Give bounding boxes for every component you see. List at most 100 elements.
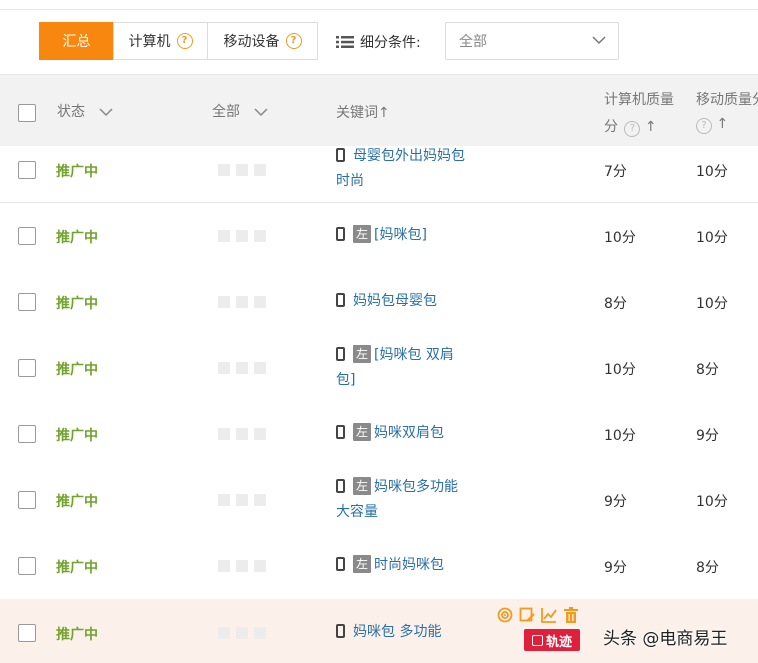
chevron-down-icon [254, 108, 268, 117]
tab-mobile[interactable]: 移动设备 ? [207, 22, 318, 60]
tab-computer-label: 计算机 [128, 34, 171, 50]
keyword-link[interactable]: 母婴包外出妈妈包 时尚 [336, 144, 476, 194]
help-icon[interactable]: ? [696, 118, 712, 134]
header-mobile-quality-line1: 移动质量分 [696, 92, 758, 108]
status-label: 推广中 [56, 164, 98, 180]
row-checkbox[interactable] [18, 161, 36, 179]
status-label: 推广中 [56, 494, 98, 510]
masked-data [218, 362, 266, 374]
phone-icon [336, 227, 345, 241]
status-label: 推广中 [56, 362, 98, 378]
masked-data [218, 164, 266, 176]
table-row[interactable]: 推广中 左妈咪包多功能大容量 9分 10分 [0, 467, 758, 534]
table-row[interactable]: 推广中 左妈咪双肩包 10分 9分 [0, 401, 758, 468]
status-label: 推广中 [56, 560, 98, 576]
table-row[interactable]: 推广中 左 [妈咪包 双肩包] 10分 8分 [0, 335, 758, 402]
keyword-link[interactable]: 妈咪包 多功能 [336, 620, 476, 645]
row-checkbox[interactable] [18, 359, 36, 377]
table-header: 状态 全部 关键词↑ 计算机质量 分 ? ↑ 移动质量分 ? ↑ [0, 74, 758, 147]
keyword-text: 时尚妈咪包 [374, 557, 445, 573]
filter-select[interactable]: 全部 [445, 22, 619, 60]
help-icon[interactable]: ? [176, 33, 193, 49]
help-icon[interactable]: ? [285, 33, 302, 49]
position-tag: 左 [353, 345, 372, 363]
phone-icon [336, 347, 345, 361]
mobile-quality-score: 9分 [696, 428, 719, 444]
pc-quality-score: 9分 [604, 560, 627, 576]
table-row[interactable]: 推广中 妈妈包母婴包 8分 10分 [0, 269, 758, 336]
phone-icon [336, 425, 345, 439]
trace-label: 轨迹 [545, 634, 572, 650]
sort-arrow-icon: ↑ [716, 116, 729, 132]
masked-data [218, 627, 266, 639]
header-all-label: 全部 [212, 104, 240, 120]
trash-icon[interactable] [563, 607, 579, 623]
chevron-down-icon [99, 108, 113, 117]
pc-quality-score: 7分 [604, 164, 627, 180]
status-label: 推广中 [56, 296, 98, 312]
keyword-link[interactable]: 左 [妈咪包 双肩包] [336, 343, 460, 393]
select-all-checkbox[interactable] [18, 104, 36, 122]
mobile-quality-score: 8分 [696, 362, 719, 378]
row-checkbox[interactable] [18, 425, 36, 443]
phone-icon [336, 148, 345, 162]
table-row[interactable]: 推广中 左时尚妈咪包 9分 8分 [0, 533, 758, 600]
keyword-text: 妈咪包 多功能 [353, 624, 442, 640]
row-actions [497, 607, 579, 623]
edit-icon[interactable] [519, 607, 535, 623]
pc-quality-score: 10分 [604, 428, 636, 444]
trace-icon [531, 634, 543, 646]
status-label: 推广中 [56, 627, 98, 643]
header-all[interactable]: 全部 [212, 101, 268, 121]
table-row[interactable]: 推广中 左 [妈咪包] 10分 10分 [0, 203, 758, 270]
status-label: 推广中 [56, 428, 98, 444]
toolbar: 汇总 计算机 ? 移动设备 ? 细分条件: 全部 [0, 10, 758, 74]
keyword-link[interactable]: 妈妈包母婴包 [336, 289, 476, 314]
row-checkbox[interactable] [18, 491, 36, 509]
tab-computer[interactable]: 计算机 ? [113, 22, 208, 60]
chart-icon[interactable] [541, 607, 557, 623]
keyword-link[interactable]: 左时尚妈咪包 [336, 553, 476, 578]
header-pc-quality-line1: 计算机质量 [604, 92, 674, 108]
phone-icon [336, 293, 345, 307]
position-tag: 左 [353, 477, 372, 495]
position-tag: 左 [353, 423, 372, 441]
header-status-label: 状态 [57, 104, 85, 120]
keyword-text: [妈咪包] [374, 227, 427, 243]
help-icon[interactable]: ? [624, 121, 641, 137]
row-checkbox[interactable] [18, 624, 36, 642]
pc-quality-score: 8分 [604, 296, 627, 312]
row-checkbox[interactable] [18, 227, 36, 245]
keyword-text: 妈咪双肩包 [374, 425, 445, 441]
row-checkbox[interactable] [18, 293, 36, 311]
list-icon [336, 36, 354, 48]
mobile-quality-score: 10分 [696, 164, 728, 180]
keyword-link[interactable]: 左妈咪包多功能大容量 [336, 475, 462, 525]
trace-button[interactable]: 轨迹 [524, 629, 580, 651]
keyword-link[interactable]: 左妈咪双肩包 [336, 421, 476, 446]
target-icon[interactable] [497, 607, 513, 623]
mobile-quality-score: 8分 [696, 560, 719, 576]
keyword-text: 妈妈包母婴包 [353, 293, 437, 309]
masked-data [218, 428, 266, 440]
pc-quality-score: 10分 [604, 230, 636, 246]
mobile-quality-score: 10分 [696, 230, 728, 246]
header-status[interactable]: 状态 [57, 101, 113, 121]
pc-quality-score: 10分 [604, 362, 636, 378]
filter-select-value: 全部 [459, 34, 487, 50]
keyword-link[interactable]: 左 [妈咪包] [336, 223, 476, 248]
tab-summary[interactable]: 汇总 [39, 22, 114, 60]
header-keyword[interactable]: 关键词↑ [336, 102, 390, 122]
phone-icon [336, 624, 345, 638]
filter-label-text: 细分条件: [360, 35, 421, 51]
header-pc-quality-line2: 分 [604, 119, 618, 135]
watermark: 头条 @电商易王 [603, 629, 728, 649]
masked-data [218, 296, 266, 308]
sort-arrow-icon: ↑ [644, 119, 657, 135]
chevron-down-icon [592, 36, 606, 45]
row-checkbox[interactable] [18, 557, 36, 575]
header-pc-quality[interactable]: 计算机质量 分 ? ↑ [604, 89, 674, 137]
header-mobile-quality[interactable]: 移动质量分 ? ↑ [696, 89, 758, 134]
table-row[interactable]: 推广中 母婴包外出妈妈包 时尚 7分 10分 [0, 146, 758, 203]
position-tag: 左 [353, 555, 372, 573]
